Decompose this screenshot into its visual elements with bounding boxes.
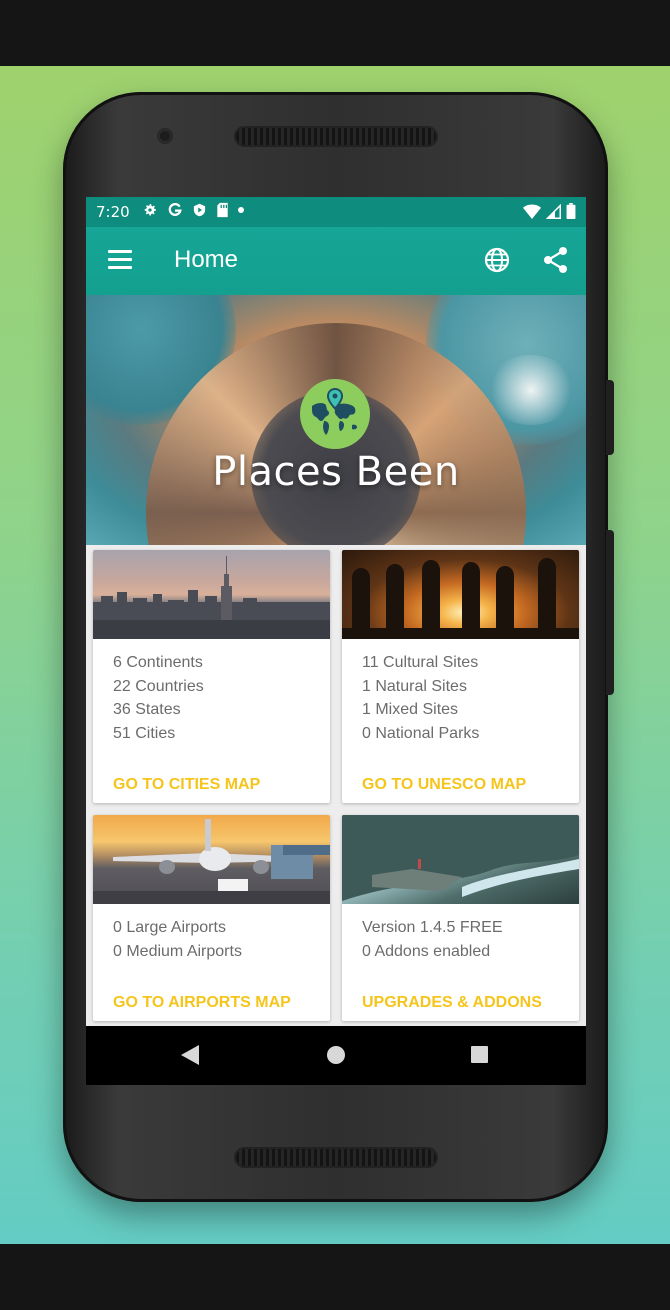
card-stat: 0 National Parks — [362, 725, 480, 742]
card-stat: 51 Cities — [113, 725, 176, 742]
card-stat: 11 Cultural Sites — [362, 654, 479, 671]
moai-statues-photo — [342, 550, 579, 639]
card-stat: 1 Natural Sites — [362, 678, 467, 695]
play-icon — [193, 203, 206, 217]
google-icon — [168, 203, 182, 216]
dot-icon — [238, 207, 244, 213]
home-icon[interactable] — [327, 1046, 345, 1064]
back-icon[interactable] — [181, 1045, 199, 1065]
volume-button — [606, 380, 614, 455]
earpiece-speaker — [236, 128, 436, 145]
airports-card[interactable]: 0 Large Airports 0 Medium Airports GO TO… — [93, 815, 330, 1021]
hero-cloud — [486, 355, 576, 425]
system-nav-bar — [86, 1026, 586, 1085]
app-name: Places Been — [212, 449, 460, 495]
unesco-card[interactable]: 11 Cultural Sites 1 Natural Sites 1 Mixe… — [342, 550, 579, 803]
card-stat: 0 Large Airports — [113, 919, 226, 936]
settings-icon — [144, 204, 156, 216]
bottom-speaker — [236, 1149, 436, 1166]
signal-icon — [546, 203, 561, 219]
hero-banner: Places Been — [86, 295, 586, 545]
wifi-icon — [523, 204, 541, 219]
app-logo — [300, 379, 370, 449]
upgrades-card[interactable]: Version 1.4.5 FREE 0 Addons enabled UPGR… — [342, 815, 579, 1021]
battery-icon — [566, 203, 576, 219]
status-time: 7:20 — [96, 203, 130, 221]
bottom-letterbox — [0, 1244, 670, 1310]
share-icon[interactable] — [543, 246, 569, 274]
cities-card[interactable]: 6 Continents 22 Countries 36 States 51 C… — [93, 550, 330, 803]
top-letterbox — [0, 0, 670, 66]
card-stat: 22 Countries — [113, 678, 204, 695]
app-bar: Home — [86, 227, 586, 295]
city-skyline-photo — [93, 550, 330, 639]
go-to-unesco-map-button[interactable]: GO TO UNESCO MAP — [362, 776, 526, 794]
card-stat: 6 Continents — [113, 654, 203, 671]
go-to-cities-map-button[interactable]: GO TO CITIES MAP — [113, 776, 260, 794]
card-stat: 0 Medium Airports — [113, 943, 242, 960]
card-stat: 36 States — [113, 701, 181, 718]
card-stat: Version 1.4.5 FREE — [362, 919, 503, 936]
phone-screen: 7:20 Home Places Been 6 Continents 22 Co… — [86, 197, 586, 1085]
front-camera — [157, 128, 173, 144]
upgrades-addons-button[interactable]: UPGRADES & ADDONS — [362, 994, 542, 1012]
menu-icon[interactable] — [108, 250, 132, 270]
status-bar: 7:20 — [86, 197, 586, 227]
page-title: Home — [174, 246, 239, 273]
sd-card-icon — [217, 202, 228, 218]
globe-icon[interactable] — [484, 247, 510, 273]
world-map-pin-icon — [312, 388, 357, 435]
airport-airplane-photo — [93, 815, 330, 904]
go-to-airports-map-button[interactable]: GO TO AIRPORTS MAP — [113, 994, 291, 1012]
card-stat: 1 Mixed Sites — [362, 701, 459, 718]
card-stat: 0 Addons enabled — [362, 943, 491, 960]
recents-icon[interactable] — [471, 1046, 488, 1063]
power-button — [606, 530, 614, 695]
mountain-lake-photo — [342, 815, 579, 904]
